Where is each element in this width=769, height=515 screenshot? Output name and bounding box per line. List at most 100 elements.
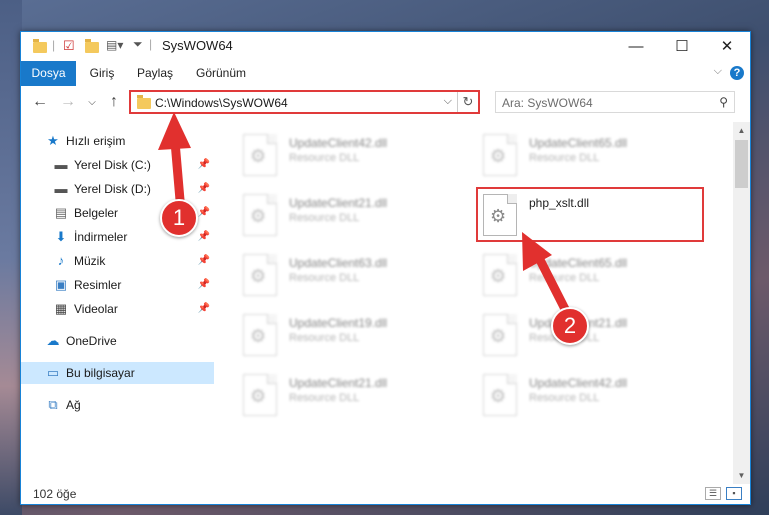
list-item[interactable]: ⚙ UpdateClient63.dll Resource DLL: [239, 250, 459, 304]
dll-file-icon: ⚙: [483, 374, 517, 416]
tab-file[interactable]: Dosya: [21, 61, 76, 86]
list-item[interactable]: ⚙ UpdateClient42.dll Resource DLL: [479, 370, 699, 424]
sidebar-item-label: Bu bilgisayar: [66, 366, 135, 380]
list-item[interactable]: ⚙ UpdateClient19.dll Resource DLL: [239, 310, 459, 364]
list-item[interactable]: ⚙ UpdateClient65.dll Resource DLL: [479, 250, 699, 304]
network-icon: ⧉: [48, 397, 58, 412]
arrow-up-icon: ↑: [110, 93, 118, 110]
list-item[interactable]: ⚙ UpdateClient21.dll Resource DLL: [479, 310, 699, 364]
vertical-scrollbar[interactable]: ▲ ▼: [733, 122, 750, 484]
up-button[interactable]: ↑: [105, 93, 123, 111]
search-placeholder: Ara: SysWOW64: [502, 96, 593, 110]
recent-locations-button[interactable]: ⌵: [83, 97, 101, 108]
list-item[interactable]: ⚙ UpdateClient21.dll Resource DLL: [239, 190, 459, 244]
step-1-marker: 1: [160, 199, 198, 237]
folder-icon: [137, 95, 151, 109]
list-item[interactable]: ⚙ UpdateClient65.dll Resource DLL: [479, 130, 699, 184]
search-icon[interactable]: ⚲: [719, 95, 728, 109]
expand-ribbon-icon[interactable]: ⌵: [714, 65, 722, 78]
pin-icon[interactable]: 📌: [198, 231, 210, 242]
sidebar-item-this-pc[interactable]: ▭ Bu bilgisayar: [21, 362, 214, 384]
pin-icon[interactable]: 📌: [198, 159, 210, 170]
toolbar-dropdown-icon[interactable]: ⏷: [133, 37, 143, 52]
sidebar-item-music[interactable]: ♪ Müzik 📌: [21, 250, 214, 272]
pin-icon[interactable]: 📌: [198, 279, 210, 290]
address-bar[interactable]: C:\Windows\SysWOW64 ⌵ ↻: [129, 90, 480, 114]
scroll-up-icon[interactable]: ▲: [733, 122, 750, 139]
video-icon: ▦: [54, 301, 68, 316]
pin-icon[interactable]: 📌: [198, 255, 210, 266]
download-icon: ⬇: [55, 229, 67, 244]
pin-icon[interactable]: 📌: [198, 207, 210, 218]
file-type: Resource DLL: [289, 272, 360, 284]
close-button[interactable]: ✕: [704, 32, 750, 61]
file-name: UpdateClient42.dll: [529, 376, 628, 390]
file-name: UpdateClient21.dll: [289, 196, 388, 210]
item-count: 102 öğe: [33, 487, 77, 501]
dll-file-icon: ⚙: [243, 194, 277, 236]
sidebar-item-pictures[interactable]: ▣ Resimler 📌: [21, 274, 214, 296]
sidebar-item-label: Yerel Disk (D:): [74, 182, 151, 196]
sidebar-item-onedrive[interactable]: ☁ OneDrive: [21, 330, 214, 352]
maximize-button[interactable]: ☐: [659, 32, 705, 61]
navigation-bar: ← → ⌵ ↑ C:\Windows\SysWOW64 ⌵ ↻ Ara: Sys…: [21, 86, 750, 120]
sidebar-item-disk-c[interactable]: ▬ Yerel Disk (C:) 📌: [21, 154, 214, 176]
dll-file-icon: ⚙: [243, 254, 277, 296]
sidebar-item-label: Belgeler: [74, 206, 119, 220]
pin-icon[interactable]: 📌: [198, 303, 210, 314]
drive-icon: ▬: [54, 157, 68, 172]
tab-share[interactable]: Paylaş: [128, 61, 182, 86]
dll-file-icon: ⚙: [483, 314, 517, 356]
list-item[interactable]: ⚙ UpdateClient21.dll Resource DLL: [239, 370, 459, 424]
document-icon: ▤: [54, 205, 68, 220]
file-name: UpdateClient21.dll: [289, 376, 388, 390]
address-dropdown-icon[interactable]: ⌵: [444, 95, 452, 108]
file-name: UpdateClient65.dll: [529, 256, 628, 270]
chevron-down-icon: ⌵: [88, 97, 96, 108]
list-item[interactable]: ⚙ UpdateClient42.dll Resource DLL: [239, 130, 459, 184]
search-input[interactable]: Ara: SysWOW64 ⚲: [495, 91, 735, 113]
music-icon: ♪: [57, 253, 65, 268]
sidebar-item-disk-d[interactable]: ▬ Yerel Disk (D:) 📌: [21, 178, 214, 200]
ribbon-tabs: Dosya Giriş Paylaş Görünüm ⌵ ?: [21, 61, 750, 86]
sidebar-item-videos[interactable]: ▦ Videolar 📌: [21, 298, 214, 320]
sidebar-item-network[interactable]: ⧉ Ağ: [21, 394, 214, 416]
computer-icon: ▭: [46, 365, 60, 380]
window-title: SysWOW64: [162, 38, 233, 53]
new-folder-icon[interactable]: [85, 39, 99, 53]
file-explorer-window: | ☑ ▤▾ ⏷ | SysWOW64 — ☐ ✕ Dosya Giriş Pa…: [20, 31, 751, 505]
dll-file-icon: ⚙: [243, 314, 277, 356]
address-path[interactable]: C:\Windows\SysWOW64: [155, 96, 288, 110]
forward-button[interactable]: →: [59, 93, 77, 111]
separator: |: [149, 37, 153, 51]
refresh-button[interactable]: ↻: [457, 92, 478, 112]
tab-home[interactable]: Giriş: [80, 61, 124, 86]
customize-toolbar-icon[interactable]: ▤▾: [106, 38, 123, 52]
tab-view[interactable]: Görünüm: [186, 61, 256, 86]
details-view-icon[interactable]: ☰: [705, 487, 721, 500]
cloud-icon: ☁: [46, 333, 60, 348]
file-type: Resource DLL: [529, 272, 600, 284]
large-icons-view-icon[interactable]: ▪: [726, 487, 742, 500]
file-name: UpdateClient65.dll: [529, 136, 628, 150]
file-list: ⚙ UpdateClient42.dll Resource DLL ⚙ Upda…: [217, 122, 736, 484]
help-icon[interactable]: ?: [730, 66, 744, 80]
minimize-button[interactable]: —: [613, 32, 659, 61]
properties-icon[interactable]: ☑: [63, 38, 75, 54]
refresh-icon: ↻: [462, 94, 474, 109]
dll-file-icon: ⚙: [483, 134, 517, 176]
scrollbar-thumb[interactable]: [735, 140, 748, 188]
sidebar-item-label: Resimler: [74, 278, 122, 292]
file-name: UpdateClient19.dll: [289, 316, 388, 330]
file-type: Resource DLL: [289, 152, 360, 164]
file-type: Resource DLL: [529, 152, 600, 164]
sidebar-item-label: Yerel Disk (C:): [74, 158, 151, 172]
pin-icon[interactable]: 📌: [198, 183, 210, 194]
minimize-icon: —: [628, 38, 644, 55]
dll-file-icon: ⚙: [243, 134, 277, 176]
close-icon: ✕: [720, 38, 734, 55]
star-icon: ★: [47, 133, 59, 148]
sidebar-item-quick-access[interactable]: ★ Hızlı erişim: [21, 130, 214, 152]
scroll-down-icon[interactable]: ▼: [733, 467, 750, 484]
back-button[interactable]: ←: [31, 93, 49, 111]
